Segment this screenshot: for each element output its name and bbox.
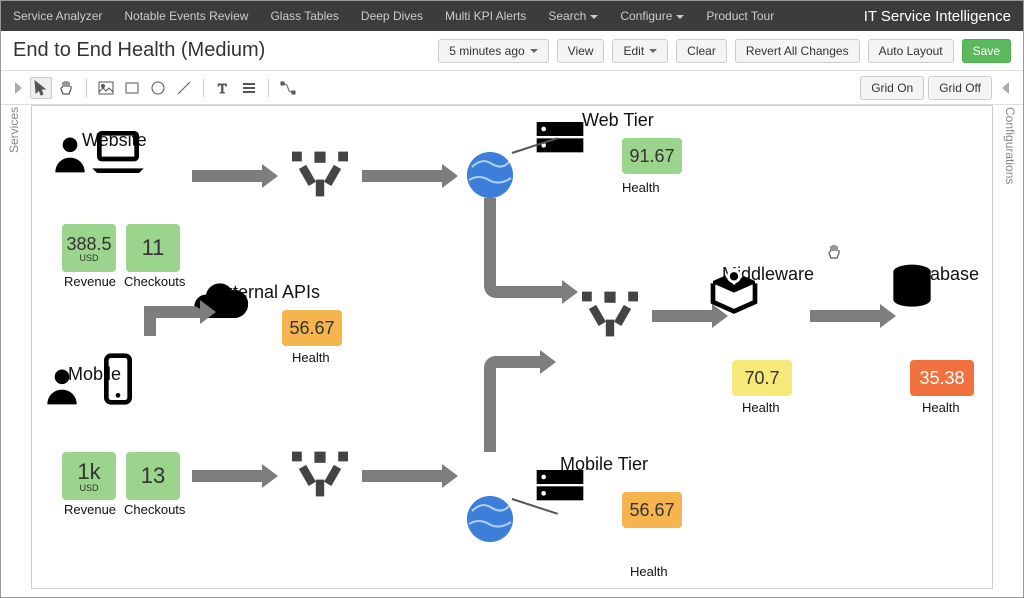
connector-elbow	[144, 306, 204, 318]
nav-multi-kpi[interactable]: Multi KPI Alerts	[445, 9, 526, 23]
kpi-value: 13	[141, 463, 165, 489]
clear-button[interactable]: Clear	[676, 39, 727, 63]
services-side-tab[interactable]: Services	[5, 101, 23, 159]
kpi-value: 11	[142, 235, 165, 261]
top-navbar: Service Analyzer Notable Events Review G…	[1, 1, 1023, 31]
glass-table-canvas[interactable]: Website 388.5 USD Revenue 11 Checkouts W…	[31, 105, 993, 589]
app-title: IT Service Intelligence	[864, 8, 1011, 25]
arrow-icon	[810, 310, 880, 322]
web-tier-health-kpi[interactable]: 91.67	[622, 138, 682, 174]
health-label: Health	[292, 350, 330, 365]
arrow-icon	[542, 286, 562, 298]
arrow-icon	[362, 470, 442, 482]
nav-deep-dives[interactable]: Deep Dives	[361, 9, 423, 23]
grid-off-button[interactable]: Grid Off	[928, 76, 992, 100]
external-apis-health-kpi[interactable]: 56.67	[282, 310, 342, 346]
web-tier-label: Web Tier	[582, 110, 654, 131]
connector-elbow	[484, 356, 544, 368]
nav-product-tour[interactable]: Product Tour	[706, 9, 774, 23]
kpi-value: 388.5	[66, 234, 111, 255]
arrow-icon	[652, 310, 712, 322]
save-button[interactable]: Save	[962, 39, 1011, 63]
kpi-value: 91.67	[629, 146, 674, 167]
kpi-unit: USD	[79, 483, 98, 493]
nav-search[interactable]: Search	[548, 9, 598, 23]
mobile-checkouts-kpi[interactable]: 13	[126, 452, 180, 500]
arrow-icon	[362, 170, 442, 182]
revert-button[interactable]: Revert All Changes	[735, 39, 860, 63]
svg-text:T: T	[218, 82, 227, 96]
nav-service-analyzer[interactable]: Service Analyzer	[13, 9, 102, 23]
mobile-revenue-kpi[interactable]: 1k USD	[62, 452, 116, 500]
pointer-tool[interactable]	[30, 77, 52, 99]
globe-icon[interactable]	[467, 152, 513, 198]
arrowhead-icon	[200, 300, 216, 324]
connector-tool[interactable]	[277, 77, 299, 99]
rectangle-tool[interactable]	[121, 77, 143, 99]
kpi-value: 1k	[77, 459, 100, 485]
health-label: Health	[922, 400, 960, 415]
health-label: Health	[630, 564, 668, 579]
line-tool[interactable]	[173, 77, 195, 99]
revenue-label: Revenue	[64, 502, 116, 517]
expand-config-toggle[interactable]	[1002, 82, 1009, 94]
kpi-value: 35.38	[919, 368, 964, 389]
database-health-kpi[interactable]: 35.38	[910, 360, 974, 396]
pan-tool[interactable]	[56, 77, 78, 99]
edit-button[interactable]: Edit	[612, 39, 668, 63]
globe-icon[interactable]	[467, 496, 513, 542]
kpi-value: 56.67	[289, 318, 334, 339]
configurations-side-tab[interactable]: Configurations	[1001, 101, 1019, 190]
website-revenue-kpi[interactable]: 388.5 USD	[62, 224, 116, 272]
middleware-health-kpi[interactable]: 70.7	[732, 360, 792, 396]
expand-services-toggle[interactable]	[15, 82, 22, 94]
separator-icon	[203, 79, 204, 97]
kpi-value: 56.67	[629, 500, 674, 521]
list-tool[interactable]	[238, 77, 260, 99]
arrow-icon	[192, 470, 262, 482]
ellipse-tool[interactable]	[147, 77, 169, 99]
connector-elbow	[484, 356, 496, 452]
website-checkouts-kpi[interactable]: 11	[126, 224, 180, 272]
nav-configure[interactable]: Configure	[620, 9, 684, 23]
nav-glass-tables[interactable]: Glass Tables	[270, 9, 338, 23]
health-label: Health	[742, 400, 780, 415]
health-label: Health	[622, 180, 660, 195]
arrowhead-icon	[540, 350, 556, 374]
kpi-unit: USD	[79, 253, 98, 263]
arrow-icon	[192, 170, 262, 182]
nav-notable-events[interactable]: Notable Events Review	[124, 9, 248, 23]
time-range-picker[interactable]: 5 minutes ago	[438, 39, 548, 63]
mobile-tier-health-kpi[interactable]: 56.67	[622, 492, 682, 528]
drawing-toolbar: T Grid On Grid Off	[1, 71, 1023, 105]
checkouts-label: Checkouts	[124, 502, 185, 517]
revenue-label: Revenue	[64, 274, 116, 289]
auto-layout-button[interactable]: Auto Layout	[868, 39, 954, 63]
image-tool[interactable]	[95, 77, 117, 99]
grid-on-button[interactable]: Grid On	[860, 76, 924, 100]
text-tool[interactable]: T	[212, 77, 234, 99]
page-title: End to End Health (Medium)	[13, 39, 265, 62]
page-header: End to End Health (Medium) 5 minutes ago…	[1, 31, 1023, 71]
checkouts-label: Checkouts	[124, 274, 185, 289]
separator-icon	[86, 79, 87, 97]
kpi-value: 70.7	[744, 368, 779, 389]
connector-elbow	[484, 286, 544, 298]
view-button[interactable]: View	[557, 39, 605, 63]
separator-icon	[268, 79, 269, 97]
connector-elbow	[484, 198, 496, 296]
